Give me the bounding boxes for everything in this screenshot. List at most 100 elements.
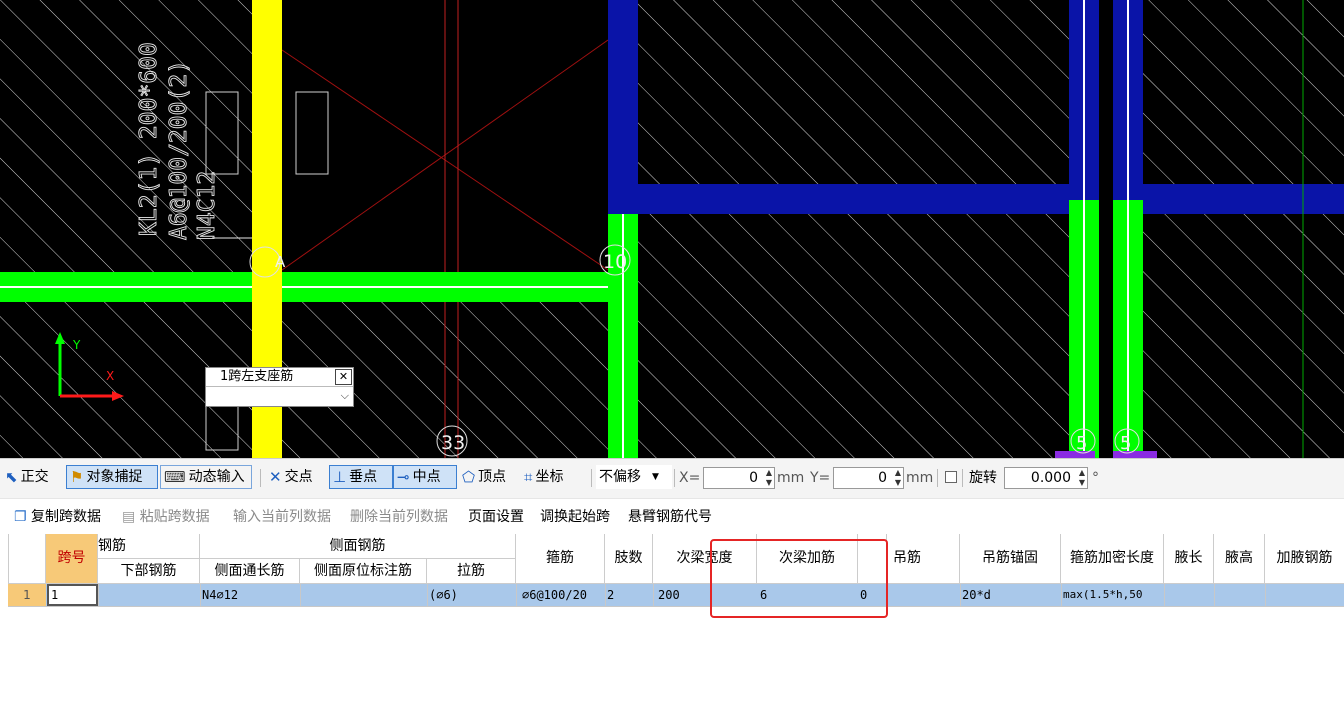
- axis-y-label: Y: [72, 338, 81, 352]
- perpendicular-label: 垂点: [349, 469, 378, 485]
- close-icon[interactable]: ✕: [335, 369, 352, 385]
- chevron-down-icon: ⌵: [340, 389, 349, 402]
- side-rebar-annotation: N4C12: [194, 171, 220, 240]
- header-stirrup[interactable]: 箍筋: [516, 534, 605, 584]
- vertex-snap-button[interactable]: ⬠ 顶点: [459, 465, 509, 489]
- ortho-button[interactable]: ⬉ 正交: [2, 465, 52, 489]
- cell-side-through[interactable]: N4⌀12: [200, 584, 300, 606]
- popup-title: 1跨左支座筋: [206, 368, 353, 387]
- span-table: 跨号 钢筋 下部钢筋 侧面钢筋 侧面通长筋 侧面原位标注筋 拉筋 箍筋 肢数 次…: [8, 534, 1344, 718]
- snap-icon: ⚑: [70, 468, 84, 486]
- paste-span-button[interactable]: ▤ 粘贴跨数据: [122, 508, 210, 526]
- swap-start-span-button[interactable]: 调换起始跨: [540, 508, 610, 526]
- intersection-label: 交点: [284, 469, 313, 485]
- y-coordinate-input[interactable]: 0 ▲ ▼: [833, 467, 904, 489]
- perpendicular-icon: ⊥: [333, 468, 347, 486]
- axis-label-5a: 5: [1076, 433, 1087, 454]
- perpendicular-snap-button[interactable]: ⊥ 垂点: [329, 465, 393, 489]
- coordinate-label: 坐标: [535, 469, 564, 485]
- paste-span-label: 粘贴跨数据: [139, 509, 210, 525]
- header-hanger-anchor[interactable]: 吊筋锚固: [960, 534, 1061, 584]
- chevron-down-icon: ▼: [652, 472, 659, 482]
- intersection-snap-button[interactable]: ✕ 交点: [266, 465, 316, 489]
- spinner-icon[interactable]: ▲ ▼: [766, 468, 772, 488]
- intersection-icon: ✕: [269, 468, 282, 486]
- corner-cell: [8, 534, 46, 584]
- dynamic-input-label: 动态输入: [188, 469, 245, 485]
- rotate-label: 旋转: [969, 470, 997, 486]
- header-bottom-rebar[interactable]: 下部钢筋: [98, 559, 200, 584]
- axis-x-label: X: [106, 369, 114, 383]
- x-value: 0: [749, 470, 758, 486]
- cell-stirrup[interactable]: ⌀6@100/20: [516, 584, 605, 606]
- header-side-through[interactable]: 侧面通长筋: [200, 559, 300, 584]
- cell-legs[interactable]: 2: [605, 584, 653, 606]
- axis-label-5b: 5: [1120, 433, 1131, 454]
- stirrup-annotation: A6@100/200(2): [166, 60, 192, 240]
- axis-label-10: 10: [603, 251, 627, 273]
- midpoint-snap-button[interactable]: ⊸ 中点: [393, 465, 457, 489]
- header-haunch-height[interactable]: 腋高: [1214, 534, 1265, 584]
- cell-haunch-height[interactable]: [1214, 584, 1265, 606]
- support-rebar-popup: 1跨左支座筋 ✕ ⌵: [205, 367, 354, 407]
- header-side-group: 侧面钢筋: [200, 534, 516, 559]
- coordinate-icon: ⌗: [524, 468, 533, 486]
- rotate-checkbox[interactable]: [945, 471, 957, 483]
- x-unit: mm: [777, 470, 805, 486]
- input-column-button[interactable]: 输入当前列数据: [233, 508, 331, 526]
- cell-haunch-length[interactable]: [1164, 584, 1214, 606]
- spinner-icon[interactable]: ▲ ▼: [895, 468, 901, 488]
- rotate-value: 0.000: [1030, 470, 1071, 486]
- header-haunch-rebar[interactable]: 加腋钢筋: [1265, 534, 1344, 584]
- y-label: Y=: [810, 470, 831, 486]
- copy-span-button[interactable]: ❐ 复制跨数据: [14, 508, 101, 526]
- vertex-icon: ⬠: [462, 468, 476, 486]
- cell-side-original[interactable]: [300, 584, 427, 606]
- cell-tie-bar[interactable]: (⌀6): [427, 584, 516, 606]
- dynamic-input-button[interactable]: ⌨ 动态输入: [160, 465, 252, 489]
- cell-dense-length[interactable]: max(1.5*h,50: [1061, 584, 1164, 606]
- cell-hanger[interactable]: [887, 584, 960, 606]
- delete-column-button[interactable]: 删除当前列数据: [350, 508, 448, 526]
- header-side-original[interactable]: 侧面原位标注筋: [300, 559, 427, 584]
- snap-toolbar: ⬉ 正交 ⚑ 对象捕捉 ⌨ 动态输入 ✕ 交点 ⊥ 垂点 ⊸ 中点 ⬠ 顶点 ⌗…: [0, 458, 1344, 499]
- cantilever-code-button[interactable]: 悬臂钢筋代号: [628, 508, 712, 526]
- degree-symbol: °: [1092, 470, 1099, 486]
- header-dense-length[interactable]: 箍筋加密长度: [1061, 534, 1164, 584]
- ortho-icon: ⬉: [5, 468, 18, 486]
- cell-bottom-rebar[interactable]: [98, 584, 200, 606]
- cad-canvas[interactable]: A 10 33 5 5 KL2(1) 200*600 A6@100/200(2)…: [0, 0, 1344, 458]
- midpoint-icon: ⊸: [397, 468, 410, 486]
- coordinate-snap-button[interactable]: ⌗ 坐标: [521, 465, 566, 489]
- x-coordinate-input[interactable]: 0 ▲ ▼: [703, 467, 775, 489]
- header-span-no[interactable]: 跨号: [46, 534, 98, 584]
- spinner-icon[interactable]: ▲ ▼: [1079, 468, 1085, 488]
- span-data-toolbar: ❐ 复制跨数据 ▤ 粘贴跨数据 输入当前列数据 删除当前列数据 页面设置 调换起…: [0, 498, 1344, 535]
- y-unit: mm: [906, 470, 934, 486]
- copy-span-label: 复制跨数据: [31, 509, 102, 525]
- rotate-angle-input[interactable]: 0.000 ▲ ▼: [1004, 467, 1088, 489]
- axis-label-33: 33: [441, 432, 465, 454]
- header-tie-bar[interactable]: 拉筋: [427, 559, 516, 584]
- drawing-area[interactable]: A 10 33 5 5 KL2(1) 200*600 A6@100/200(2)…: [0, 0, 1344, 458]
- offset-mode-value: 不偏移: [599, 469, 641, 485]
- row-number: 1: [8, 584, 46, 606]
- beam-annotation: KL2(1) 200*600: [136, 42, 162, 236]
- cell-haunch-rebar[interactable]: [1265, 584, 1344, 606]
- vertex-label: 顶点: [478, 469, 507, 485]
- keyboard-icon: ⌨: [164, 468, 186, 486]
- axis-label-a: A: [275, 253, 286, 271]
- page-setup-button[interactable]: 页面设置: [468, 508, 524, 526]
- cell-hanger-anchor[interactable]: 20*d: [960, 584, 1061, 606]
- offset-mode-select[interactable]: 不偏移 ▼: [596, 465, 672, 489]
- cell-span-no[interactable]: 1: [47, 584, 98, 606]
- object-snap-button[interactable]: ⚑ 对象捕捉: [66, 465, 158, 489]
- paste-icon: ▤: [122, 509, 136, 525]
- header-haunch-length[interactable]: 腋长: [1164, 534, 1214, 584]
- midpoint-label: 中点: [412, 469, 441, 485]
- ortho-label: 正交: [20, 469, 49, 485]
- header-rebar-group: 钢筋: [98, 534, 200, 559]
- header-legs[interactable]: 肢数: [605, 534, 653, 584]
- header-hanger[interactable]: 吊筋: [887, 534, 960, 584]
- popup-dropdown[interactable]: ⌵: [206, 387, 353, 406]
